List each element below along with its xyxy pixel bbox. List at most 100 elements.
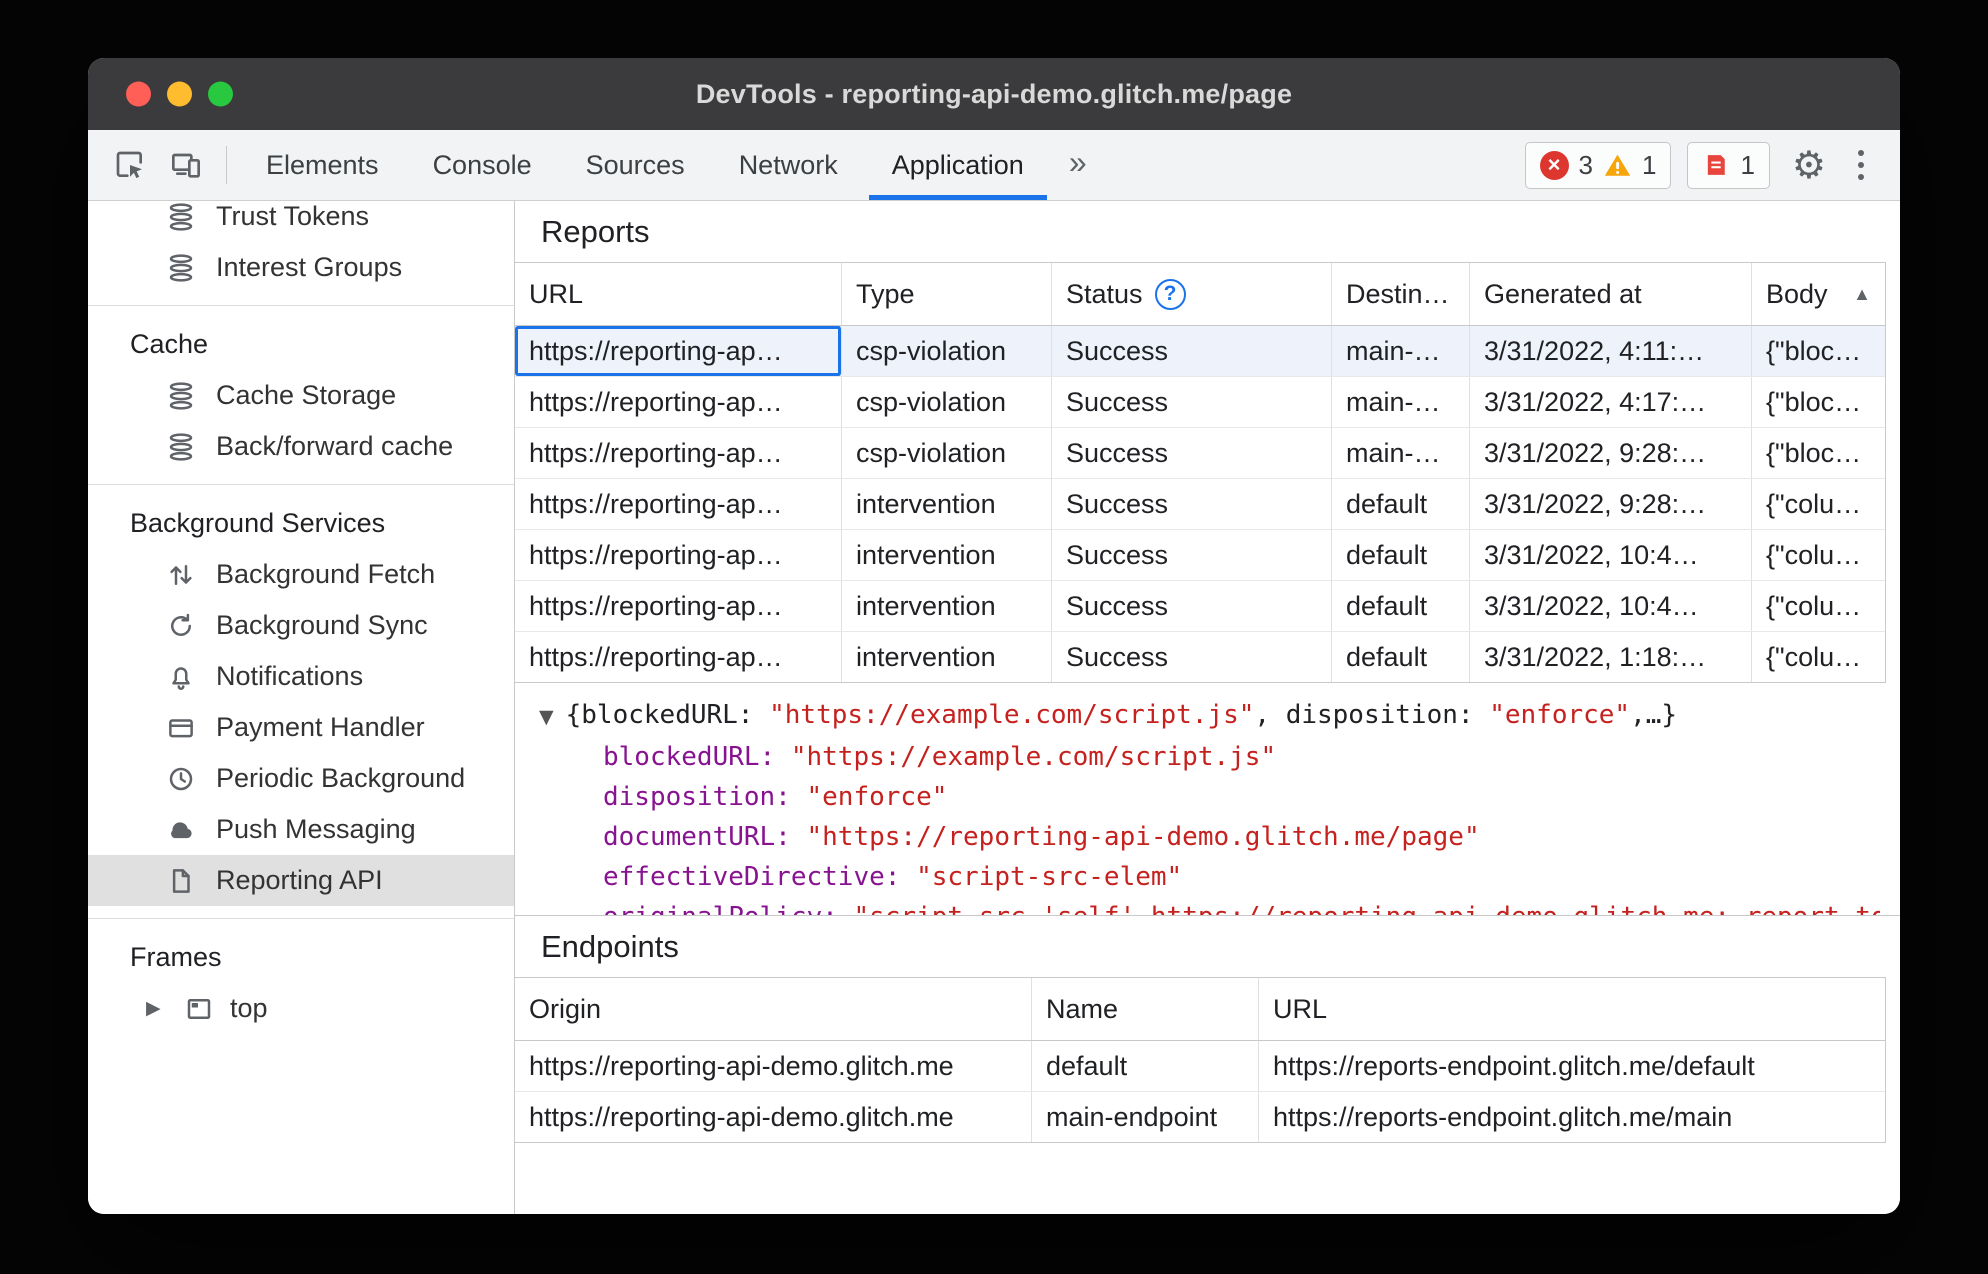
report-url-cell[interactable]: https://reporting-ap…	[515, 326, 842, 376]
col-header-status-label: Status	[1066, 278, 1143, 309]
sidebar-item-back-forward-cache[interactable]: Back/forward cache	[88, 421, 514, 472]
report-url-cell: https://reporting-ap…	[515, 377, 842, 427]
warning-icon	[1604, 154, 1631, 176]
endpoint-row[interactable]: https://reporting-api-demo.glitch.me mai…	[515, 1092, 1885, 1142]
endpoint-origin-cell: https://reporting-api-demo.glitch.me	[515, 1092, 1032, 1142]
col-header-type[interactable]: Type	[842, 263, 1052, 325]
document-icon	[164, 864, 198, 898]
sidebar-divider	[88, 484, 514, 485]
sidebar-item-notifications[interactable]: Notifications	[88, 651, 514, 702]
database-icon	[164, 379, 198, 413]
endpoint-url-cell: https://reports-endpoint.glitch.me/main	[1273, 1101, 1733, 1132]
report-row[interactable]: https://reporting-ap… intervention Succe…	[515, 479, 1885, 530]
report-row[interactable]: https://reporting-ap… csp-violation Succ…	[515, 377, 1885, 428]
report-body-cell: {"colu…	[1766, 590, 1862, 621]
report-body-cell: {"colu…	[1766, 641, 1862, 672]
report-row[interactable]: https://reporting-ap… csp-violation Succ…	[515, 326, 1885, 377]
application-sidebar: Trust Tokens Interest Groups Cache Cache…	[88, 201, 515, 1214]
sidebar-section-frames: Frames	[130, 941, 222, 972]
report-type-cell: csp-violation	[842, 326, 1052, 376]
sidebar-item-background-sync[interactable]: Background Sync	[88, 600, 514, 651]
issues-badge[interactable]: 1	[1687, 141, 1770, 189]
col-header-origin[interactable]: Origin	[515, 978, 1032, 1040]
database-icon	[164, 201, 198, 234]
report-body-cell: {"bloc…	[1766, 335, 1862, 366]
sidebar-item-label: Cache Storage	[216, 380, 397, 410]
console-summary-badge[interactable]: × 3 1	[1524, 141, 1672, 189]
report-type-cell: intervention	[842, 479, 1052, 529]
tab-elements[interactable]: Elements	[239, 130, 406, 200]
col-header-generated-at[interactable]: Generated at	[1470, 263, 1752, 325]
report-body-cell: {"colu…	[1766, 539, 1862, 570]
endpoint-row[interactable]: https://reporting-api-demo.glitch.me def…	[515, 1041, 1885, 1092]
json-property-line: blockedURL: "https://example.com/script.…	[603, 742, 1277, 772]
sidebar-item-push-messaging[interactable]: Push Messaging	[88, 804, 514, 855]
endpoint-name-cell: main-endpoint	[1032, 1092, 1259, 1142]
status-help-icon[interactable]: ?	[1154, 278, 1186, 310]
device-toolbar-icon	[172, 153, 200, 178]
endpoints-heading: Endpoints	[541, 929, 679, 964]
toolbar-separator	[226, 146, 227, 184]
sidebar-item-top-frame[interactable]: ▶ top	[88, 983, 514, 1034]
report-generated-cell: 3/31/2022, 10:4…	[1470, 581, 1752, 631]
json-property-line: effectiveDirective: "script-src-elem"	[603, 862, 1183, 892]
report-row[interactable]: https://reporting-ap… intervention Succe…	[515, 632, 1885, 682]
report-type-cell: csp-violation	[842, 428, 1052, 478]
report-url-cell: https://reporting-ap…	[515, 632, 842, 682]
sidebar-item-label: Trust Tokens	[216, 201, 370, 231]
endpoint-origin-cell: https://reporting-api-demo.glitch.me	[515, 1041, 1032, 1091]
sidebar-item-trust-tokens[interactable]: Trust Tokens	[88, 201, 514, 242]
toggle-device-toolbar-button[interactable]	[158, 130, 214, 200]
col-header-name[interactable]: Name	[1032, 978, 1259, 1040]
json-property-line: documentURL: "https://reporting-api-demo…	[603, 822, 1480, 852]
col-header-body[interactable]: Body ▲	[1752, 263, 1885, 325]
sidebar-item-reporting-api[interactable]: Reporting API	[88, 855, 514, 906]
report-type-cell: intervention	[842, 632, 1052, 682]
sidebar-item-background-fetch[interactable]: Background Fetch	[88, 549, 514, 600]
tab-console[interactable]: Console	[406, 130, 559, 200]
collapse-triangle-icon[interactable]: ▼	[539, 706, 554, 728]
title-bar: DevTools - reporting-api-demo.glitch.me/…	[88, 58, 1900, 130]
settings-gear-button[interactable]: ⚙	[1786, 143, 1832, 187]
bell-icon	[164, 660, 198, 694]
col-header-endpoint-url[interactable]: URL	[1259, 978, 1885, 1040]
zoom-window-button[interactable]	[208, 81, 233, 107]
col-header-status[interactable]: Status ?	[1052, 263, 1332, 325]
report-generated-cell: 3/31/2022, 4:11:…	[1470, 326, 1752, 376]
report-row[interactable]: https://reporting-ap… intervention Succe…	[515, 530, 1885, 581]
tab-sources[interactable]: Sources	[559, 130, 712, 200]
report-destination-cell: main-…	[1332, 377, 1470, 427]
sidebar-item-label: Notifications	[216, 661, 364, 691]
sidebar-item-cache-storage[interactable]: Cache Storage	[88, 370, 514, 421]
reports-table: URL Type Status ? Destin… Generated at B…	[515, 262, 1886, 683]
report-body-cell: {"bloc…	[1766, 386, 1862, 417]
tab-network[interactable]: Network	[712, 130, 865, 200]
sidebar-item-label: Payment Handler	[216, 712, 425, 742]
sidebar-item-payment-handler[interactable]: Payment Handler	[88, 702, 514, 753]
inspect-element-button[interactable]	[102, 130, 158, 200]
more-options-kebab-button[interactable]	[1848, 150, 1874, 180]
report-destination-cell: main-…	[1332, 428, 1470, 478]
report-row[interactable]: https://reporting-ap… intervention Succe…	[515, 581, 1885, 632]
window-title: DevTools - reporting-api-demo.glitch.me/…	[695, 78, 1293, 109]
sync-circular-arrows-icon	[164, 609, 198, 643]
more-tabs-button[interactable]: »	[1051, 130, 1105, 200]
tab-application[interactable]: Application	[865, 130, 1051, 200]
sidebar-divider	[88, 305, 514, 306]
report-type-cell: intervention	[842, 530, 1052, 580]
col-header-body-label: Body	[1766, 278, 1828, 309]
report-status-cell: Success	[1052, 530, 1332, 580]
expand-arrow-icon[interactable]: ▶	[146, 997, 168, 1020]
report-generated-cell: 3/31/2022, 9:28:…	[1470, 428, 1752, 478]
error-count: 3	[1578, 149, 1593, 180]
minimize-window-button[interactable]	[167, 81, 192, 107]
close-window-button[interactable]	[126, 81, 151, 107]
report-row[interactable]: https://reporting-ap… csp-violation Succ…	[515, 428, 1885, 479]
col-header-destination[interactable]: Destin…	[1332, 263, 1470, 325]
sidebar-item-periodic-background-sync[interactable]: Periodic Background	[88, 753, 514, 804]
cloud-icon	[164, 813, 198, 847]
payment-card-icon	[164, 711, 198, 745]
sidebar-item-interest-groups[interactable]: Interest Groups	[88, 242, 514, 293]
col-header-url[interactable]: URL	[515, 263, 842, 325]
reports-heading: Reports	[541, 214, 650, 249]
